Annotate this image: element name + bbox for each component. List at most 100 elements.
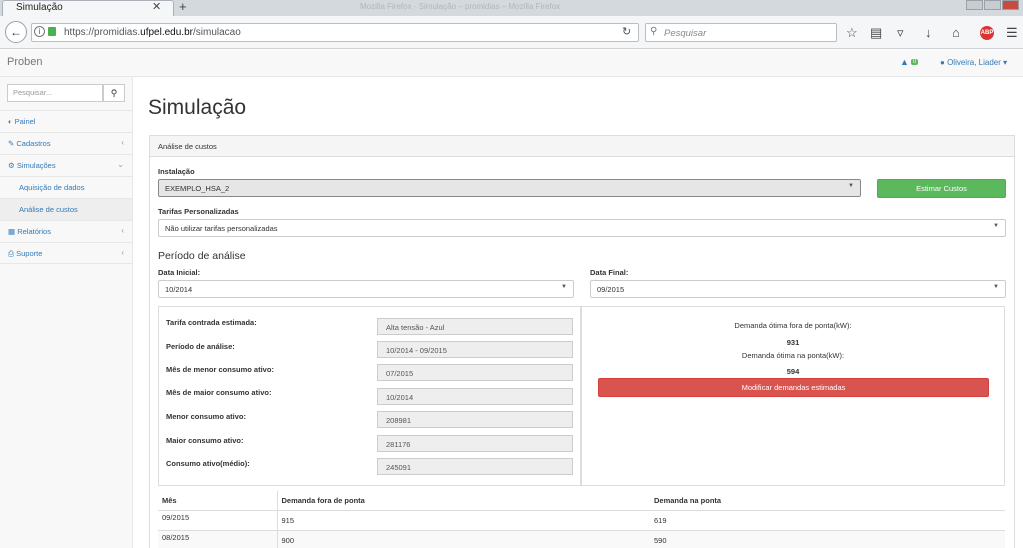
caret-down-icon: ▼ [993, 284, 999, 290]
table-header-row: Mês Demanda fora de ponta Demanda na pon… [158, 491, 1005, 511]
instalacao-value: EXEMPLO_HSA_2 [165, 184, 230, 193]
sidebar-item-aquisicao[interactable]: Aquisição de dados [0, 176, 132, 198]
reading-list-icon[interactable]: ▤ [870, 25, 882, 41]
url-prefix: https://promidias. [64, 27, 141, 38]
caret-down-icon: ▾ [1003, 58, 1008, 67]
summary-label: Mês de menor consumo ativo: [166, 365, 274, 374]
summary-label: Tarifa contrada estimada: [166, 318, 257, 327]
user-menu[interactable]: ● Oliveira, Liader ▾ [940, 58, 1007, 67]
table-cell: 08/2015 [158, 530, 277, 548]
adblock-icon[interactable]: ABP [980, 26, 994, 40]
caret-down-icon: ▼ [848, 183, 854, 189]
back-arrow-icon[interactable]: ← [5, 21, 27, 43]
sidebar-item-analise[interactable]: Análise de custos [0, 198, 132, 220]
demand-table: Mês Demanda fora de ponta Demanda na pon… [158, 491, 1005, 548]
sidebar-item-painel[interactable]: ◐ Painel [0, 110, 132, 132]
sidebar-item-label: Análise de custos [19, 205, 78, 214]
modificar-demandas-button[interactable]: Modificar demandas estimadas [598, 378, 989, 397]
data-final-label: Data Final: [590, 268, 629, 277]
search-icon: ⚲ [110, 88, 118, 98]
browser-search-placeholder: Pesquisar [664, 28, 707, 39]
user-icon: ● [940, 58, 945, 67]
dashboard-icon: ◐ [8, 117, 13, 126]
summary-label: Menor consumo ativo: [166, 412, 247, 421]
reload-icon[interactable]: ↻ [622, 25, 631, 38]
sidebar-item-relatorios[interactable]: ▦ Relatórios ‹ [0, 220, 132, 242]
close-window-icon[interactable] [1002, 0, 1019, 10]
table-row: 09/2015 915 619 [158, 510, 1005, 531]
tarifas-label: Tarifas Personalizadas [158, 207, 239, 216]
home-icon[interactable]: ⌂ [952, 25, 960, 40]
sidebar-item-label: Simulações [16, 161, 56, 170]
sidebar-item-label: Suporte [16, 249, 43, 258]
summary-label: Período de análise: [166, 342, 235, 351]
window-title: Mozilla Firefox · Simulação – promidias … [360, 2, 561, 11]
instalacao-select[interactable]: EXEMPLO_HSA_2 ▼ [158, 179, 861, 197]
data-inicial-value: 10/2014 [165, 285, 193, 294]
pocket-icon[interactable]: ▿ [897, 25, 904, 41]
search-icon: ⚲ [650, 26, 658, 37]
estimar-custos-button[interactable]: Estimar Custos [877, 179, 1006, 198]
chevron-left-icon: ‹ [121, 138, 124, 147]
caret-down-icon: ▼ [993, 223, 999, 229]
user-name: Oliveira, Liader [947, 58, 1001, 67]
url-path: /simulacao [192, 27, 241, 38]
browser-tab-title[interactable]: Simulação [16, 2, 63, 13]
data-inicial-select[interactable]: 10/2014 ▼ [158, 280, 574, 298]
brand-logo[interactable]: Proben [7, 56, 42, 68]
summary-value: 10/2014 [377, 388, 573, 405]
sidebar-item-suporte[interactable]: ⎙ Suporte ‹ [0, 242, 132, 264]
app-navbar [0, 50, 1023, 77]
bell-icon[interactable]: ▲ [900, 57, 909, 67]
periodo-heading: Período de análise [158, 250, 246, 262]
info-icon[interactable]: i [34, 26, 45, 37]
table-cell: 590 [650, 530, 1005, 548]
bookmark-star-icon[interactable]: ☆ [846, 25, 858, 41]
chevron-left-icon: ‹ [121, 226, 124, 235]
panel-heading: Análise de custos [150, 136, 1014, 157]
sidebar-search-input[interactable]: Pesquisar... [7, 84, 103, 102]
summary-value: 208981 [377, 411, 573, 428]
data-inicial-label: Data Inicial: [158, 268, 201, 277]
sidebar-item-label: Aquisição de dados [19, 183, 85, 192]
summary-value: 10/2014 - 09/2015 [377, 341, 573, 358]
download-icon[interactable]: ↓ [925, 25, 932, 40]
summary-value: 07/2015 [377, 364, 573, 381]
page-title: Simulação [148, 96, 247, 119]
sidebar-item-cadastros[interactable]: ✎ Cadastros ‹ [0, 132, 132, 154]
sidebar-item-label: Painel [14, 117, 36, 126]
summary-value: 281176 [377, 435, 573, 452]
panel-title: Análise de custos [158, 142, 217, 151]
tarifas-value: Não utilizar tarifas personalizadas [165, 224, 278, 233]
demanda-na-label: Demanda ótima na ponta(kW): [741, 351, 845, 360]
sidebar-search-button[interactable]: ⚲ [103, 84, 125, 102]
chevron-left-icon: ‹ [121, 248, 124, 257]
demanda-na-value: 594 [786, 367, 800, 376]
summary-value: Alta tensão - Azul [377, 318, 573, 335]
summary-label: Maior consumo ativo: [166, 436, 244, 445]
sidebar-item-label: Relatórios [17, 227, 51, 236]
table-row: 08/2015 900 590 [158, 530, 1005, 548]
table-header: Mês [158, 491, 277, 511]
data-final-select[interactable]: 09/2015 ▼ [590, 280, 1006, 298]
table-cell: 619 [650, 510, 1005, 531]
sidebar-item-simulacoes[interactable]: ⚙ Simulações ⌄ [0, 154, 132, 176]
url-text[interactable]: https://promidias.ufpel.edu.br/simulacao [64, 27, 241, 38]
maximize-icon[interactable] [984, 0, 1001, 10]
print-icon: ⎙ [8, 249, 14, 258]
table-header: Demanda na ponta [650, 491, 1005, 511]
url-domain: ufpel.edu.br [140, 27, 193, 38]
tarifas-select[interactable]: Não utilizar tarifas personalizadas ▼ [158, 219, 1006, 237]
minimize-icon[interactable] [966, 0, 983, 10]
notification-badge[interactable]: 0 [911, 59, 919, 65]
gear-icon: ⚙ [8, 161, 15, 170]
table-header: Demanda fora de ponta [276, 491, 650, 511]
table-cell: 09/2015 [158, 510, 277, 531]
menu-icon[interactable]: ☰ [1006, 25, 1018, 41]
table-cell: 900 [276, 530, 650, 548]
demanda-fora-value: 931 [786, 338, 800, 347]
window-controls [966, 0, 1023, 10]
instalacao-label: Instalação [158, 167, 195, 176]
close-tab-icon[interactable]: ✕ [152, 0, 161, 13]
new-tab-icon[interactable]: + [179, 0, 187, 14]
